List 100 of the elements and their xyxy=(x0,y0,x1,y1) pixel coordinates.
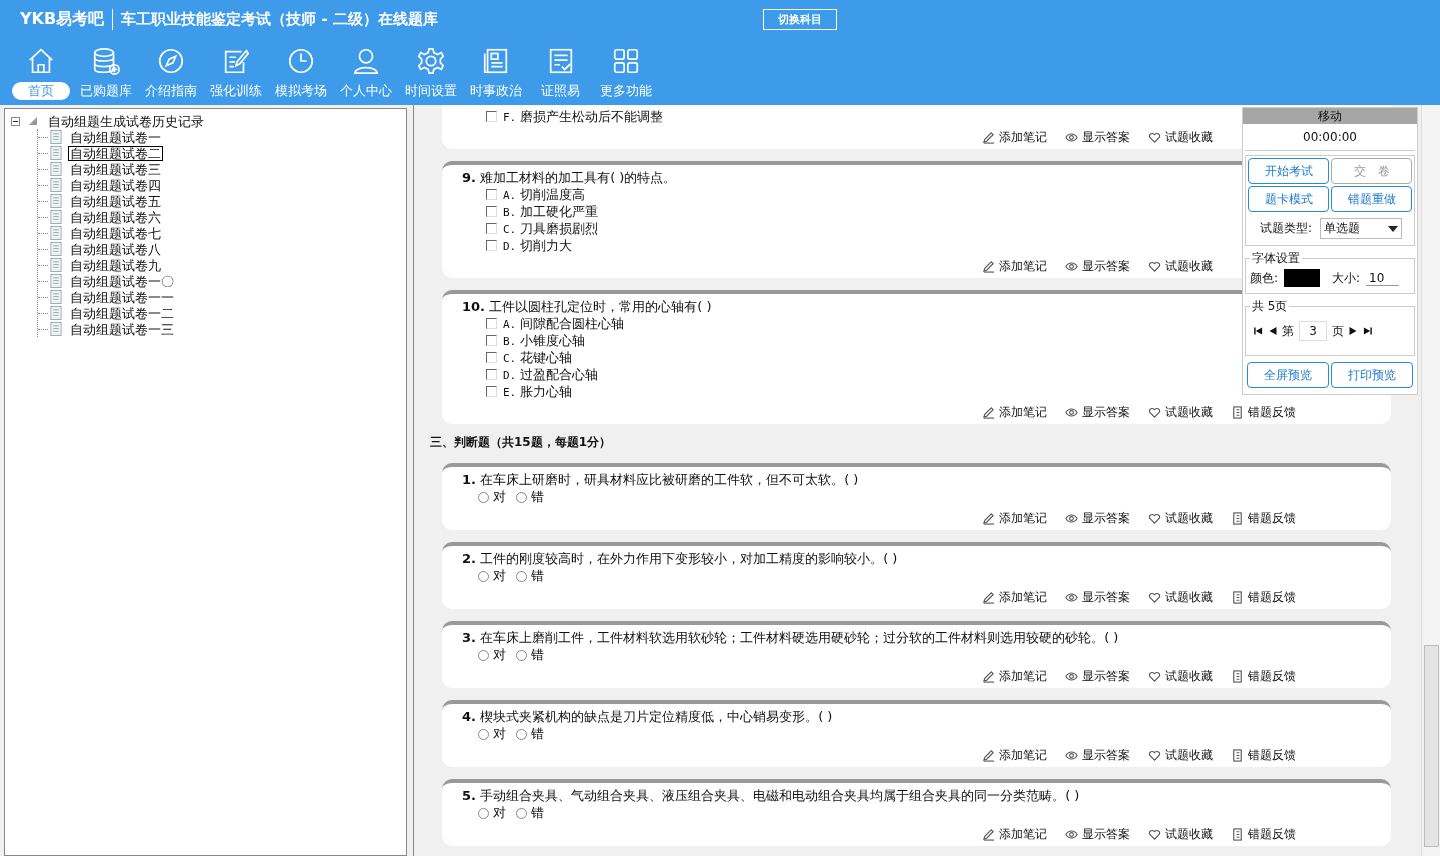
action-link[interactable]: 试题收藏 xyxy=(1165,668,1213,685)
folder-triangle-icon xyxy=(28,116,38,126)
radio-button[interactable] xyxy=(516,491,527,503)
radio-button[interactable] xyxy=(478,728,489,740)
type-dropdown[interactable]: 单选题 xyxy=(1320,218,1403,239)
settings-icon[interactable] xyxy=(415,46,446,76)
tree-item[interactable]: 自动组题试卷九 xyxy=(68,257,163,273)
tree-item[interactable]: 自动组题试卷一〇 xyxy=(68,273,176,289)
option-checkbox[interactable] xyxy=(486,318,497,329)
tree-item[interactable]: 自动组题试卷五 xyxy=(68,193,163,209)
panel-button[interactable]: 开始考试 xyxy=(1248,158,1329,184)
radio-button[interactable] xyxy=(478,649,489,661)
document-icon xyxy=(50,146,62,160)
pencil-icon xyxy=(982,749,995,762)
radio-button[interactable] xyxy=(516,807,527,819)
action-link[interactable]: 显示答案 xyxy=(1082,510,1130,527)
option-checkbox[interactable] xyxy=(486,206,497,217)
action-link[interactable]: 添加笔记 xyxy=(999,826,1047,843)
pencil-icon xyxy=(982,670,995,683)
radio-button[interactable] xyxy=(516,649,527,661)
action-link[interactable]: 错题反馈 xyxy=(1248,404,1296,421)
action-link[interactable]: 添加笔记 xyxy=(999,747,1047,764)
preview-button[interactable]: 全屏预览 xyxy=(1247,362,1329,388)
page-number-field[interactable]: 3 xyxy=(1299,321,1327,341)
action-link[interactable]: 错题反馈 xyxy=(1248,510,1296,527)
action-link[interactable]: 添加笔记 xyxy=(999,668,1047,685)
question-text: 2. 工件的刚度较高时，在外力作用下变形较小，对加工精度的影响较小。( ) xyxy=(462,550,898,567)
option-checkbox[interactable] xyxy=(486,111,497,122)
tree-item[interactable]: 自动组题试卷四 xyxy=(68,177,163,193)
color-label: 颜色: xyxy=(1250,269,1279,287)
color-swatch[interactable] xyxy=(1284,269,1321,287)
action-link[interactable]: 试题收藏 xyxy=(1165,747,1213,764)
action-link[interactable]: 显示答案 xyxy=(1082,826,1130,843)
size-label: 大小: xyxy=(1332,269,1361,287)
panel-button[interactable]: 错题重做 xyxy=(1331,186,1412,212)
action-link[interactable]: 添加笔记 xyxy=(999,510,1047,527)
action-link[interactable]: 错题反馈 xyxy=(1248,826,1296,843)
tree-item[interactable]: 自动组题试卷六 xyxy=(68,209,163,225)
action-link[interactable]: 显示答案 xyxy=(1082,589,1130,606)
action-link[interactable]: 错题反馈 xyxy=(1248,668,1296,685)
tree-item[interactable]: 自动组题试卷三 xyxy=(68,161,163,177)
last-page-icon[interactable] xyxy=(1363,327,1372,335)
radio-button[interactable] xyxy=(478,570,489,582)
option-text: A. 间隙配合圆柱心轴 xyxy=(503,314,625,333)
option-text: B. 加工硬化严重 xyxy=(503,202,599,221)
tree-root-label[interactable]: 自动组题生成试卷历史记录 xyxy=(46,113,206,129)
action-link[interactable]: 添加笔记 xyxy=(999,129,1047,146)
action-link[interactable]: 添加笔记 xyxy=(999,404,1047,421)
tree-item[interactable]: 自动组题试卷一 xyxy=(68,129,163,145)
action-link[interactable]: 显示答案 xyxy=(1082,747,1130,764)
preview-button[interactable]: 打印预览 xyxy=(1331,362,1413,388)
collapse-toggle[interactable] xyxy=(11,116,20,126)
first-page-icon[interactable] xyxy=(1254,327,1263,335)
next-page-icon[interactable] xyxy=(1349,327,1358,335)
action-link[interactable]: 添加笔记 xyxy=(999,589,1047,606)
action-link[interactable]: 试题收藏 xyxy=(1165,258,1213,275)
tree-item[interactable]: 自动组题试卷一二 xyxy=(68,305,176,321)
option-checkbox[interactable] xyxy=(486,335,497,346)
action-link[interactable]: 显示答案 xyxy=(1082,668,1130,685)
option-checkbox[interactable] xyxy=(486,189,497,200)
tree-item[interactable]: 自动组题试卷二 xyxy=(68,145,163,161)
option-checkbox[interactable] xyxy=(486,240,497,251)
action-link[interactable]: 错题反馈 xyxy=(1248,589,1296,606)
heart-icon xyxy=(1148,131,1161,144)
action-link[interactable]: 显示答案 xyxy=(1082,129,1130,146)
panel-button[interactable]: 题卡模式 xyxy=(1248,186,1329,212)
action-link[interactable]: 显示答案 xyxy=(1082,404,1130,421)
option-label: 错 xyxy=(531,567,544,585)
action-link[interactable]: 添加笔记 xyxy=(999,258,1047,275)
eye-icon xyxy=(1065,670,1078,683)
option-checkbox[interactable] xyxy=(486,386,497,397)
pencil-icon xyxy=(982,828,995,841)
report-icon xyxy=(1231,512,1244,525)
option-checkbox[interactable] xyxy=(486,369,497,380)
action-link[interactable]: 试题收藏 xyxy=(1165,129,1213,146)
action-link[interactable]: 显示答案 xyxy=(1082,258,1130,275)
size-field[interactable]: 10 xyxy=(1366,270,1400,286)
radio-button[interactable] xyxy=(478,491,489,503)
document-icon xyxy=(50,290,62,304)
tree-item[interactable]: 自动组题试卷一一 xyxy=(68,289,176,305)
tree-item[interactable]: 自动组题试卷八 xyxy=(68,241,163,257)
panel-title[interactable]: 移动 xyxy=(1243,108,1417,124)
action-link[interactable]: 试题收藏 xyxy=(1165,510,1213,527)
option-checkbox[interactable] xyxy=(486,352,497,363)
action-link[interactable]: 试题收藏 xyxy=(1165,589,1213,606)
tree-item[interactable]: 自动组题试卷一三 xyxy=(68,321,176,337)
timer-display: 00:00:00 xyxy=(1245,124,1415,151)
scrollbar[interactable] xyxy=(1421,105,1440,856)
previous-page-icon[interactable] xyxy=(1268,327,1277,335)
action-link[interactable]: 错题反馈 xyxy=(1248,747,1296,764)
dropdown-caret-icon[interactable] xyxy=(1388,225,1399,232)
radio-button[interactable] xyxy=(478,807,489,819)
option-label: 对 xyxy=(493,567,506,585)
option-checkbox[interactable] xyxy=(486,223,497,234)
tree-item[interactable]: 自动组题试卷七 xyxy=(68,225,163,241)
action-link[interactable]: 试题收藏 xyxy=(1165,404,1213,421)
radio-button[interactable] xyxy=(516,570,527,582)
radio-button[interactable] xyxy=(516,728,527,740)
document-icon xyxy=(50,162,62,176)
action-link[interactable]: 试题收藏 xyxy=(1165,826,1213,843)
